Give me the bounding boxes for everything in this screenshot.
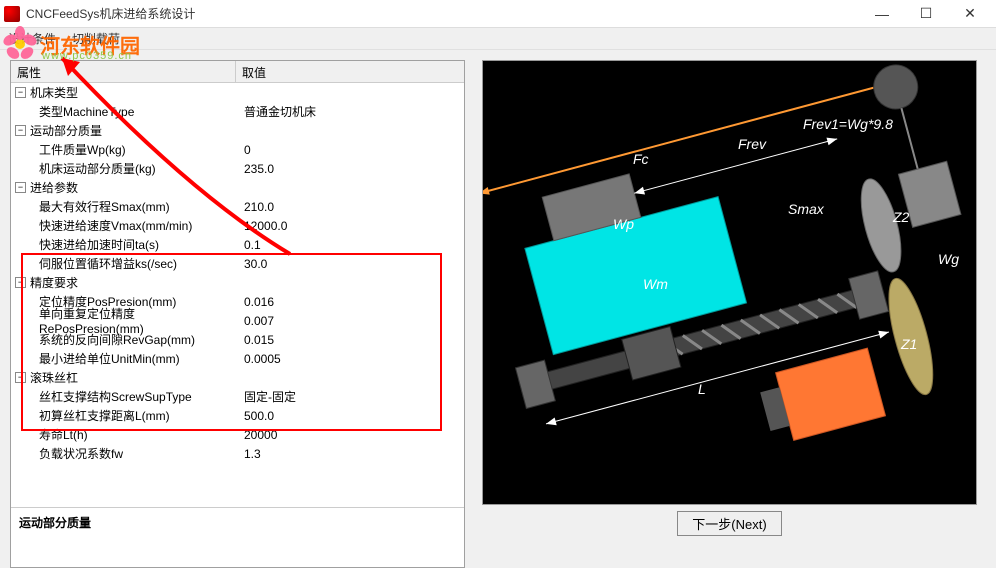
- row-L-value[interactable]: 500.0: [236, 409, 274, 423]
- property-header: 属性 取值: [11, 61, 464, 83]
- close-button[interactable]: ✕: [948, 0, 992, 28]
- row-ta-label: 快速进给加速时间ta(s): [11, 236, 236, 253]
- label-frev: Frev: [738, 136, 766, 152]
- label-frev1: Frev1=Wg*9.8: [803, 116, 893, 132]
- row-L-label: 初算丝杠支撑距离L(mm): [11, 407, 236, 424]
- expander-icon[interactable]: −: [15, 372, 26, 383]
- row-fw-label: 负载状况系数fw: [11, 445, 236, 462]
- row-vmax-value[interactable]: 12000.0: [236, 219, 287, 233]
- label-fc: Fc: [633, 151, 649, 167]
- row-mass-label: 机床运动部分质量(kg): [11, 160, 236, 177]
- menu-bar: 设计条件 切削载荷: [0, 28, 996, 50]
- label-smax: Smax: [788, 201, 824, 217]
- expander-icon[interactable]: −: [15, 277, 26, 288]
- maximize-button[interactable]: ☐: [904, 0, 948, 28]
- group-precision: 精度要求: [30, 274, 78, 291]
- app-icon: [4, 6, 20, 22]
- label-wm: Wm: [643, 276, 668, 292]
- row-machinetype-label: 类型MachineType: [11, 103, 236, 120]
- row-lt-label: 寿命Lt(h): [11, 426, 236, 443]
- row-wp-value[interactable]: 0: [236, 143, 251, 157]
- feed-system-diagram: Fc Frev Frev1=Wg*9.8 Wp Wm Wg Smax L Z1 …: [482, 60, 977, 505]
- header-value: 取值: [236, 61, 272, 82]
- label-l: L: [698, 381, 706, 397]
- menu-design-conditions[interactable]: 设计条件: [8, 30, 56, 47]
- row-vmax-label: 快速进给速度Vmax(mm/min): [11, 217, 236, 234]
- row-unitmin-value[interactable]: 0.0005: [236, 352, 281, 366]
- window-title: CNCFeedSys机床进给系统设计: [26, 5, 860, 22]
- row-screw-value[interactable]: 固定-固定: [236, 388, 296, 405]
- property-grid: 属性 取值 −机床类型 类型MachineType普通金切机床 −运动部分质量 …: [10, 60, 465, 568]
- row-revgap-label: 系统的反向间隙RevGap(mm): [11, 331, 236, 348]
- expander-icon[interactable]: −: [15, 182, 26, 193]
- group-ball-screw: 滚珠丝杠: [30, 369, 78, 386]
- row-revgap-value[interactable]: 0.015: [236, 333, 274, 347]
- label-z2: Z2: [893, 209, 909, 225]
- menu-cutting-load[interactable]: 切削载荷: [72, 30, 120, 47]
- row-smax-label: 最大有效行程Smax(mm): [11, 198, 236, 215]
- row-repos-value[interactable]: 0.007: [236, 314, 274, 328]
- row-machinetype-value[interactable]: 普通金切机床: [236, 103, 316, 120]
- group-machine-type: 机床类型: [30, 84, 78, 101]
- row-mass-value[interactable]: 235.0: [236, 162, 274, 176]
- row-ks-value[interactable]: 30.0: [236, 257, 267, 271]
- row-lt-value[interactable]: 20000: [236, 428, 277, 442]
- row-smax-value[interactable]: 210.0: [236, 200, 274, 214]
- header-attr: 属性: [11, 61, 236, 82]
- group-motion-mass: 运动部分质量: [30, 122, 102, 139]
- description-label: 运动部分质量: [11, 507, 464, 567]
- row-ks-label: 伺服位置循环增益ks(/sec): [11, 255, 236, 272]
- next-button[interactable]: 下一步(Next): [677, 511, 781, 536]
- label-wg: Wg: [938, 251, 959, 267]
- expander-icon[interactable]: −: [15, 87, 26, 98]
- row-unitmin-label: 最小进给单位UnitMin(mm): [11, 350, 236, 367]
- row-fw-value[interactable]: 1.3: [236, 447, 261, 461]
- row-pos-value[interactable]: 0.016: [236, 295, 274, 309]
- expander-icon[interactable]: −: [15, 125, 26, 136]
- group-feed-params: 进给参数: [30, 179, 78, 196]
- minimize-button[interactable]: —: [860, 0, 904, 28]
- label-wp: Wp: [613, 216, 634, 232]
- row-screw-label: 丝杠支撑结构ScrewSupType: [11, 388, 236, 405]
- row-wp-label: 工件质量Wp(kg): [11, 141, 236, 158]
- label-z1: Z1: [901, 336, 917, 352]
- title-bar: CNCFeedSys机床进给系统设计 — ☐ ✕: [0, 0, 996, 28]
- row-ta-value[interactable]: 0.1: [236, 238, 261, 252]
